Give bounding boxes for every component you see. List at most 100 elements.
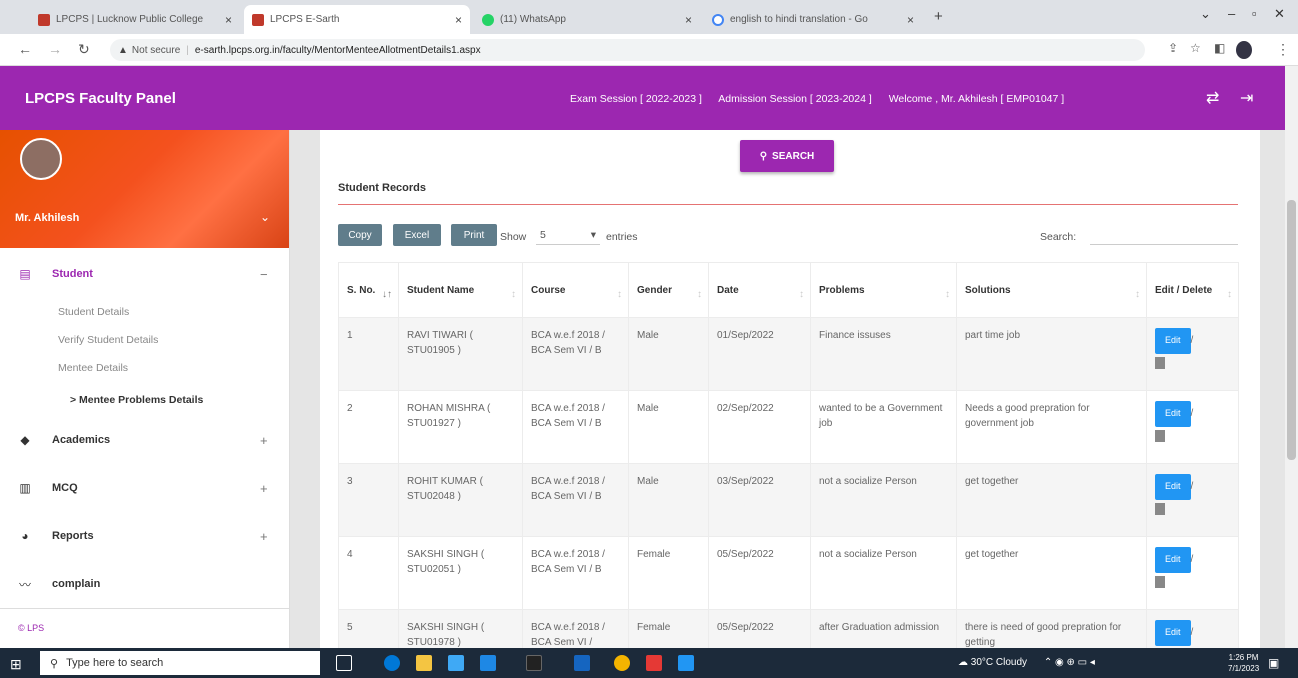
pdf-icon[interactable] [646,655,662,671]
sidepanel-icon[interactable]: ◧ [1214,41,1225,55]
trash-icon[interactable] [1155,502,1165,515]
main-content: ⚲ SEARCH Student Records Copy Excel Prin… [290,130,1298,648]
sidebar-item-label: MCQ [52,482,78,494]
edit-button[interactable]: Edit [1155,547,1191,573]
close-icon[interactable]: × [679,13,692,27]
welcome-text: Welcome , Mr. Akhilesh [ EMP01047 ] [888,93,1065,105]
submenu-mentee-problems-details[interactable]: > Mentee Problems Details [70,394,203,406]
expand-icon[interactable]: + [260,433,268,448]
cell-course: BCA w.e.f 2018 / BCA Sem VI / B [522,317,629,391]
pie-chart-icon: ◕ [21,529,29,543]
edit-button[interactable]: Edit [1155,328,1191,354]
cell-problem: not a socialize Person [810,463,957,537]
search-button-label: SEARCH [772,150,815,162]
entries-select[interactable]: 5 ▾ [536,225,600,245]
session-info: Exam Session [ 2022-2023 ] Admission Ses… [570,93,1078,105]
trash-icon[interactable] [1155,575,1165,588]
column-header[interactable]: Solutions ↕ [956,262,1147,318]
sidebar-item-label: Academics [52,434,111,446]
weather-widget[interactable]: ☁ 30°C Cloudy ⌃ ◉ ⊕ ▭ ◂ [958,657,1095,668]
share-icon[interactable]: ⇪ [1168,41,1178,55]
bookmark-star-icon[interactable]: ☆ [1190,41,1201,55]
file-explorer-icon[interactable] [416,655,432,671]
profile-avatar[interactable] [1236,41,1252,59]
close-icon[interactable]: × [449,13,462,27]
terminal-icon[interactable] [526,655,542,671]
reload-icon[interactable]: ↻ [78,41,90,58]
print-button[interactable]: Print [451,224,497,246]
app-header: LPCPS Faculty Panel Exam Session [ 2022-… [0,66,1298,130]
footer-copyright: © LPS [18,623,45,633]
column-header[interactable]: Problems ↕ [810,262,957,318]
edit-button[interactable]: Edit [1155,620,1191,646]
word-icon[interactable] [574,655,590,671]
submenu-mentee-details[interactable]: Mentee Details [58,362,128,374]
taskbar-clock[interactable]: 1:26 PM 7/1/2023 [1228,652,1259,674]
sidebar-item-complain[interactable]: 〰 complain [0,574,289,594]
close-icon[interactable]: × [219,13,232,27]
browser-tab[interactable]: LPCPS | Lucknow Public College × [30,5,240,34]
table-row: 2 ROHAN MISHRA ( STU01927 ) BCA w.e.f 20… [338,390,1239,464]
column-header[interactable]: Gender ↕ [628,262,709,318]
copy-button[interactable]: Copy [338,224,382,246]
browser-tab[interactable]: english to hindi translation - Go × [704,5,922,34]
store-icon[interactable] [448,655,464,671]
close-icon[interactable]: × [901,13,914,27]
task-view-icon[interactable] [336,655,352,671]
close-window-icon[interactable]: ✕ [1274,6,1285,22]
column-header[interactable]: S. No. ↓↑ [338,262,399,318]
user-name[interactable]: Mr. Akhilesh [15,212,79,224]
records-table: S. No. ↓↑ Student Name ↕ Course ↕ Gender ↕ D… [338,262,1239,648]
tab-search-icon[interactable]: ⌄ [1200,6,1211,22]
trash-icon[interactable] [1155,429,1165,442]
tab-title: english to hindi translation - Go [730,14,868,25]
trash-icon[interactable] [1155,356,1165,369]
expand-icon[interactable]: + [260,481,268,496]
cell-course: BCA w.e.f 2018 / BCA Sem VI / B [522,536,629,610]
column-header[interactable]: Edit / Delete ↕ [1146,262,1239,318]
cell-actions: Edit / [1146,317,1239,391]
sidebar-item-student[interactable]: ▤ Student − [0,264,289,284]
table-row: 5 SAKSHI SINGH ( STU01978 ) BCA w.e.f 20… [338,609,1239,648]
document-icon[interactable] [678,655,694,671]
browser-tab-active[interactable]: LPCPS E-Sarth × [244,5,470,34]
url-bar[interactable]: ▲ Not secure | e-sarth.lpcps.org.in/facu… [110,39,1145,61]
column-header[interactable]: Course ↕ [522,262,629,318]
search-button[interactable]: ⚲ SEARCH [740,140,834,172]
maximize-icon[interactable]: ▫ [1252,6,1257,21]
column-header[interactable]: Student Name ↕ [398,262,523,318]
switch-icon[interactable]: ⇄ [1206,88,1219,108]
edit-button[interactable]: Edit [1155,401,1191,427]
submenu-verify-student-details[interactable]: Verify Student Details [58,334,158,346]
edit-button[interactable]: Edit [1155,474,1191,500]
cell-sno: 3 [338,463,399,537]
logout-icon[interactable]: ⇥ [1240,88,1253,108]
back-icon[interactable]: ← [18,41,32,57]
edge-icon[interactable] [384,655,400,671]
minimize-icon[interactable]: – [1228,6,1235,21]
new-tab-button[interactable]: + [934,8,943,25]
brand-title[interactable]: LPCPS Faculty Panel [25,90,176,107]
mail-icon[interactable] [480,655,496,671]
chevron-down-icon[interactable]: ⌄ [260,210,270,224]
column-header[interactable]: Date ↕ [708,262,811,318]
collapse-icon[interactable]: − [260,267,268,282]
submenu-student-details[interactable]: Student Details [58,306,129,318]
expand-icon[interactable]: + [260,529,268,544]
forward-icon[interactable]: → [48,41,62,57]
scrollbar-thumb[interactable] [1287,200,1296,460]
chrome-icon[interactable] [614,655,630,671]
tray-icons[interactable]: ⌃ ◉ ⊕ ▭ ◂ [1044,657,1095,668]
table-search-input[interactable] [1090,225,1238,245]
windows-start-icon[interactable]: ⊞ [10,656,22,673]
sidebar-item-reports[interactable]: ◕ Reports + [0,526,289,546]
browser-tab[interactable]: (11) WhatsApp × [474,5,700,34]
taskbar-search-input[interactable]: ⚲ Type here to search [40,651,320,675]
menu-icon[interactable]: ⋮ [1276,41,1290,58]
cell-gender: Female [628,609,709,648]
excel-button[interactable]: Excel [393,224,441,246]
cell-sno: 2 [338,390,399,464]
sidebar-item-academics[interactable]: ◆ Academics + [0,430,289,450]
notification-icon[interactable]: ▣ [1268,656,1279,670]
sidebar-item-mcq[interactable]: ▥ MCQ + [0,478,289,498]
